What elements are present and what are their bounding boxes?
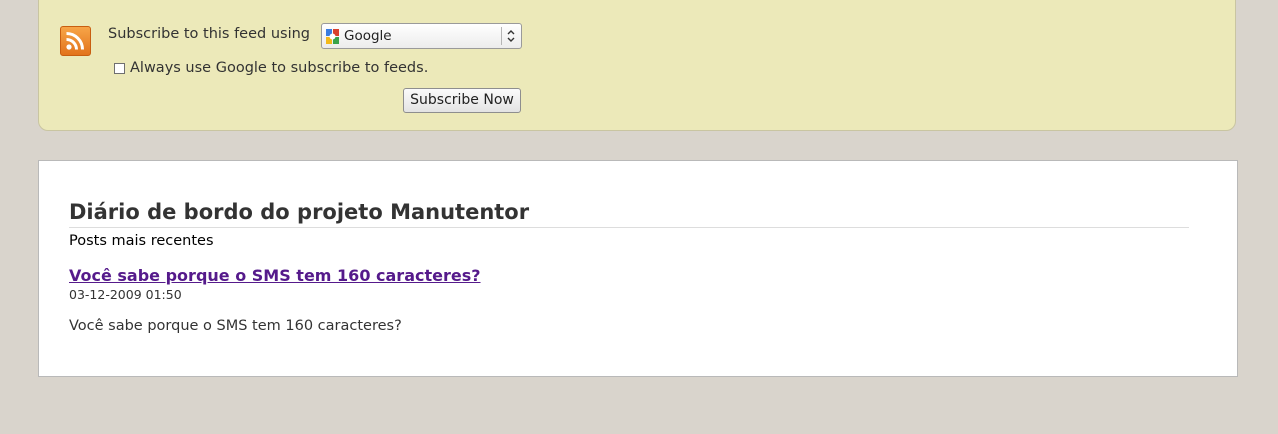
subscribe-now-button[interactable]: Subscribe Now (403, 88, 521, 113)
feed-subtitle: Posts mais recentes (69, 233, 214, 249)
subscribe-label: Subscribe to this feed using (108, 26, 311, 42)
post-date: 03-12-2009 01:50 (69, 287, 182, 302)
feed-reader-select[interactable]: Google (321, 23, 522, 49)
feed-reader-select-value: Google (344, 28, 392, 44)
rss-feed-icon (60, 26, 91, 56)
post-title-link[interactable]: Você sabe porque o SMS tem 160 caractere… (69, 266, 481, 285)
chevron-updown-icon (505, 28, 517, 44)
always-use-label: Always use Google to subscribe to feeds. (130, 60, 429, 76)
always-use-checkbox[interactable] (114, 63, 125, 74)
select-divider (501, 27, 502, 45)
post-summary: Você sabe porque o SMS tem 160 caractere… (69, 318, 402, 334)
feed-title: Diário de bordo do projeto Manutentor (69, 200, 530, 224)
google-reader-icon (325, 28, 341, 45)
title-divider (69, 227, 1189, 228)
